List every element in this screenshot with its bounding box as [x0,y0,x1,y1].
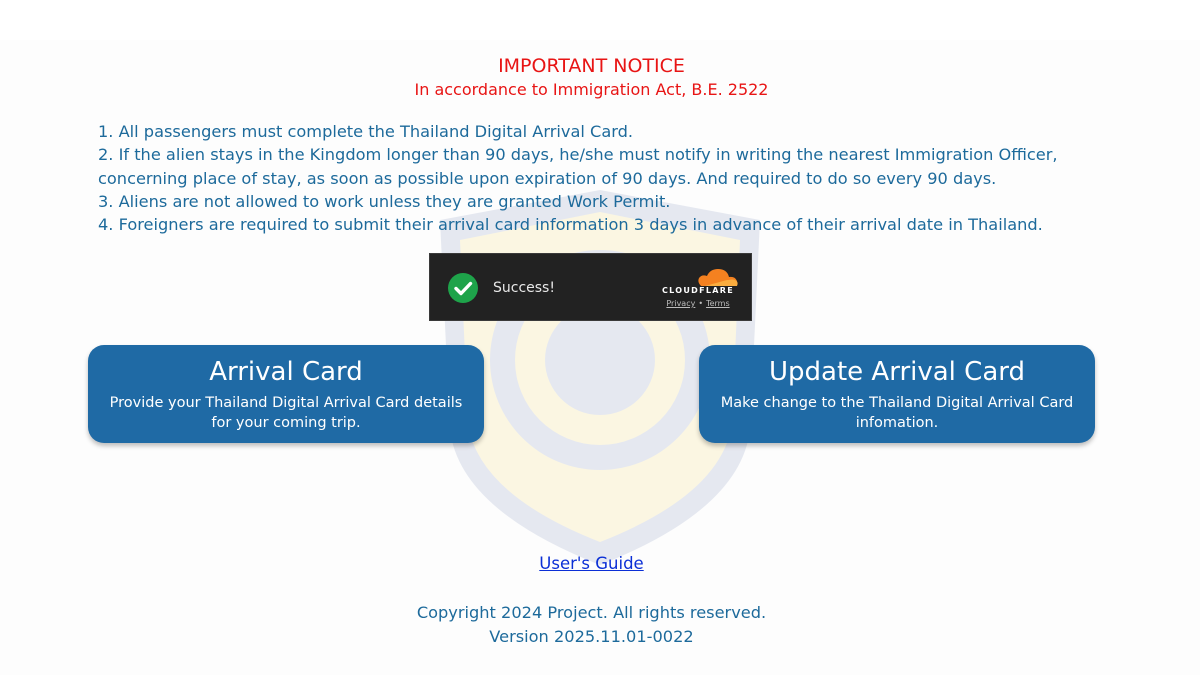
update-arrival-card-description: Make change to the Thailand Digital Arri… [720,395,1074,431]
captcha-status-text: Success! [493,280,555,296]
arrival-card-title: Arrival Card [209,357,363,387]
copyright-text: Copyright 2024 Project. All rights reser… [416,603,767,622]
captcha-links: Privacy • Terms [656,299,740,309]
update-arrival-card-title: Update Arrival Card [769,357,1025,387]
rule-item: 3. Aliens are not allowed to work unless… [98,191,671,211]
arrival-card-button[interactable]: Arrival Card Provide your Thailand Digit… [88,345,484,443]
footer: Copyright 2024 Project. All rights reser… [0,601,1183,648]
version-text: Version 2025.11.01-0022 [489,626,694,646]
update-arrival-card-button[interactable]: Update Arrival Card Make change to the T… [699,345,1095,443]
rule-item: 2. If the alien stays in the Kingdom lon… [98,145,1058,165]
privacy-link[interactable]: Privacy [666,299,695,308]
terms-link[interactable]: Terms [706,299,730,308]
notice-subtitle: In accordance to Immigration Act, B.E. 2… [414,80,769,99]
users-guide-link[interactable]: User's Guide [539,554,643,573]
cloudflare-captcha-widget[interactable]: Success! CLOUDFLARE Privacy • Terms [429,253,752,321]
users-guide-container: User's Guide [0,552,1183,576]
rules-list: 1. All passengers must complete the Thai… [98,120,1098,236]
cloudflare-cloud-icon [698,269,738,286]
rule-item: 4. Foreigners are required to submit the… [98,215,1043,235]
rule-item: 1. All passengers must complete the Thai… [98,122,634,141]
page: IMPORTANT NOTICE In accordance to Immigr… [0,0,1200,675]
link-separator: • [698,299,704,308]
arrival-card-description: Provide your Thailand Digital Arrival Ca… [109,395,463,431]
check-circle-icon [448,273,478,303]
top-bar [0,0,1200,40]
rule-item: concerning place of stay, as soon as pos… [98,168,997,188]
notice-title: IMPORTANT NOTICE [498,55,685,77]
cloudflare-wordmark: CLOUDFLARE [662,286,734,295]
